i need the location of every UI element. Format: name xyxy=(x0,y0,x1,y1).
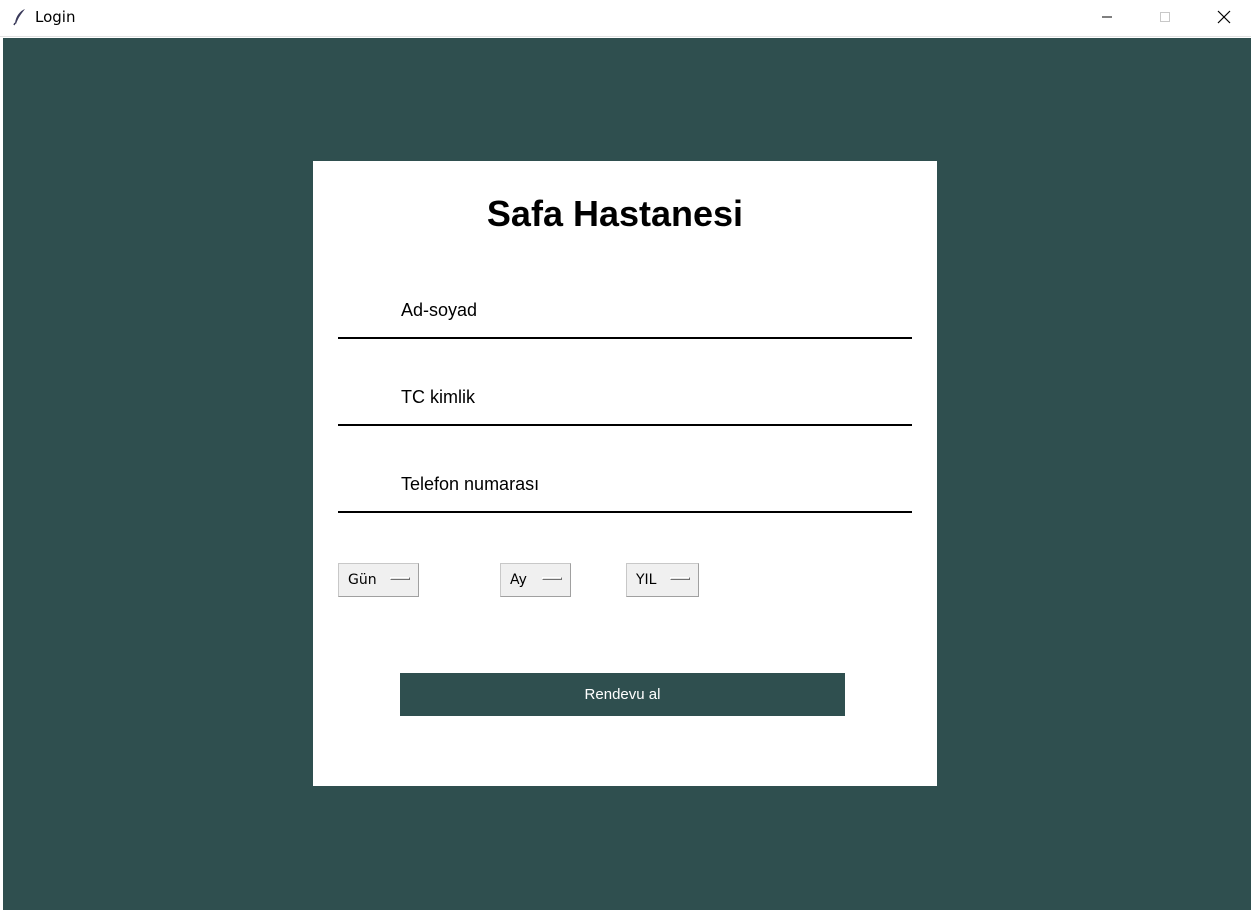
day-dropdown[interactable]: Gün xyxy=(338,563,419,597)
tc-id-field-label: TC kimlik xyxy=(401,387,475,407)
window-title: Login xyxy=(35,8,76,26)
feather-icon xyxy=(12,8,28,26)
window-titlebar: Login xyxy=(0,0,1251,37)
close-button[interactable] xyxy=(1201,0,1247,34)
close-icon xyxy=(1217,10,1231,24)
dropdown-indicator-icon xyxy=(542,577,562,580)
year-dropdown[interactable]: YIL xyxy=(626,563,699,597)
dropdown-indicator-icon xyxy=(670,577,690,580)
get-appointment-button[interactable]: Rendevu al xyxy=(400,673,845,716)
dropdown-indicator-icon xyxy=(390,577,410,580)
appointment-form-card: Safa Hastanesi Ad-soyad TC kimlik Telefo… xyxy=(313,161,937,786)
maximize-button[interactable] xyxy=(1142,0,1188,34)
minimize-button[interactable] xyxy=(1084,0,1130,34)
maximize-icon xyxy=(1160,12,1170,22)
year-dropdown-value: YIL xyxy=(636,572,657,588)
name-field[interactable]: Ad-soyad xyxy=(338,297,912,339)
day-dropdown-value: Gün xyxy=(348,572,377,588)
month-dropdown-value: Ay xyxy=(510,572,527,588)
month-dropdown[interactable]: Ay xyxy=(500,563,571,597)
tc-id-field[interactable]: TC kimlik xyxy=(338,384,912,426)
name-field-label: Ad-soyad xyxy=(401,300,478,320)
phone-field[interactable]: Telefon numarası xyxy=(338,471,912,513)
minimize-icon xyxy=(1102,16,1112,18)
form-heading: Safa Hastanesi xyxy=(486,193,744,234)
phone-field-label: Telefon numarası xyxy=(401,474,540,494)
